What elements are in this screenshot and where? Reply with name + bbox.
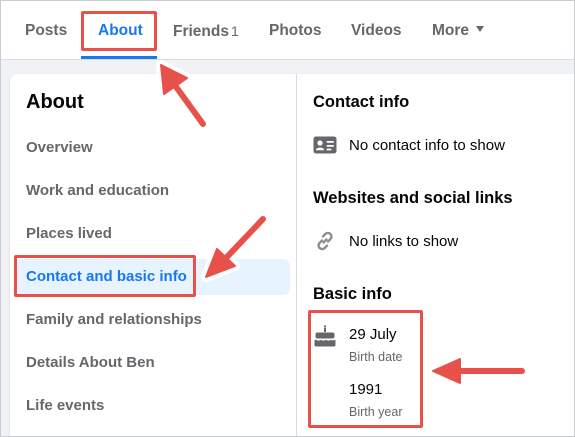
id-card-icon [313, 136, 337, 154]
contact-info-heading: Contact info [313, 93, 410, 111]
birth-date-value: 29 July [349, 326, 397, 343]
tab-photos[interactable]: Photos [269, 0, 322, 60]
sidebar-item-overview[interactable]: Overview [14, 130, 290, 166]
sidebar-item-places-lived[interactable]: Places lived [14, 216, 290, 252]
birth-year-label: Birth year [349, 405, 403, 419]
tab-posts[interactable]: Posts [25, 0, 67, 60]
no-links-text: No links to show [349, 233, 459, 250]
sidebar-item-life-events[interactable]: Life events [14, 388, 290, 424]
tab-videos[interactable]: Videos [351, 0, 402, 60]
birth-date-label: Birth date [349, 350, 403, 364]
sidebar-item-details-about[interactable]: Details About Ben [14, 345, 290, 381]
link-icon [317, 231, 333, 251]
basic-info-heading: Basic info [313, 285, 392, 303]
tab-friends[interactable]: Friends 1 [173, 0, 239, 60]
websites-heading: Websites and social links [313, 189, 513, 207]
tab-more[interactable]: More [432, 0, 485, 60]
column-divider [296, 74, 297, 437]
caret-down-icon [476, 26, 485, 32]
no-contact-info-text: No contact info to show [349, 137, 505, 154]
active-tab-indicator [81, 56, 157, 59]
birth-year-value: 1991 [349, 381, 383, 398]
sidebar-item-family-and-relationships[interactable]: Family and relationships [14, 302, 290, 338]
sidebar-item-contact-and-basic-info[interactable]: Contact and basic info [14, 259, 290, 295]
tab-about[interactable]: About [98, 0, 143, 60]
tab-friends-label: Friends [173, 23, 229, 40]
about-card [10, 74, 575, 437]
sidebar-title: About [26, 91, 84, 113]
friends-count: 1 [230, 23, 239, 39]
profile-tab-bar: Posts About Friends 1 Photos Videos More [0, 0, 575, 60]
sidebar-item-work-and-education[interactable]: Work and education [14, 173, 290, 209]
tab-more-label: More [432, 22, 470, 39]
birthday-cake-icon [314, 324, 336, 347]
